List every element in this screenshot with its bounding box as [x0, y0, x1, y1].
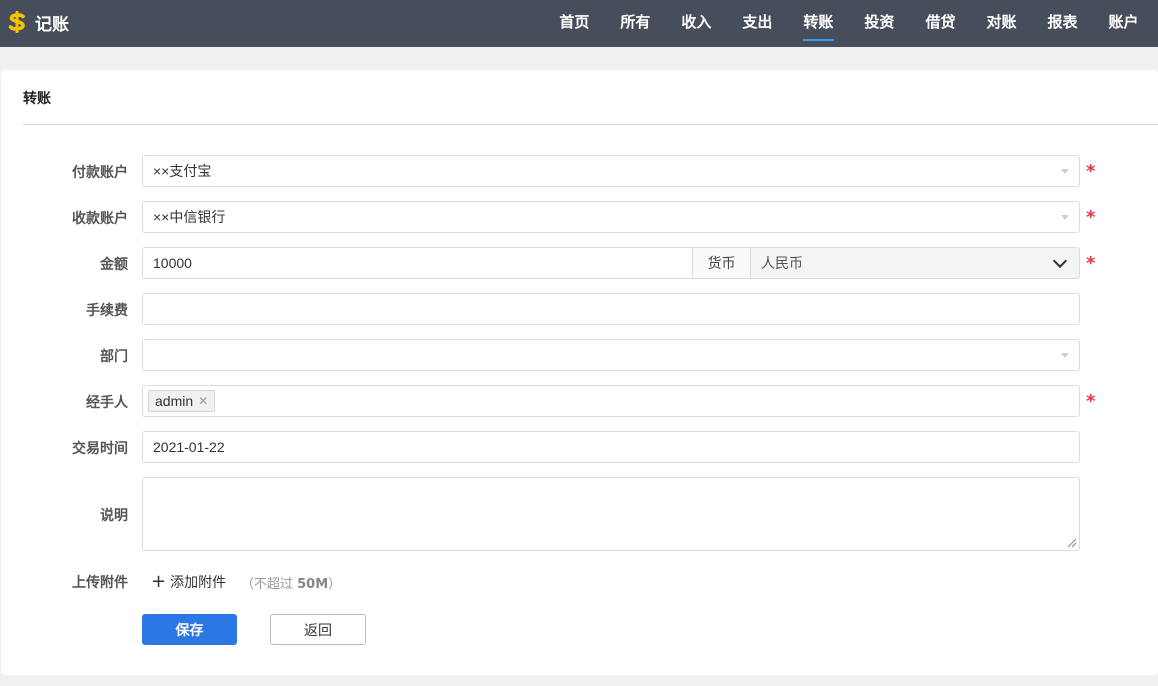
department-label: 部门 — [100, 349, 128, 365]
attachment-hint-suffix: ） — [328, 577, 342, 592]
add-attachment-button[interactable]: + 添加附件 — [151, 572, 226, 592]
payee-select[interactable]: ××中信银行 — [142, 201, 1080, 233]
amount-value: 10000 — [153, 255, 192, 271]
transfer-panel: 转账 付款账户 ××支付宝 * 收款账户 ××中信银行 * 金额 10000 货… — [1, 70, 1158, 675]
nav-item-transfer[interactable]: 转账 — [788, 0, 849, 44]
required-mark: * — [1086, 161, 1096, 182]
fee-label: 手续费 — [86, 303, 128, 319]
payee-label: 收款账户 — [72, 211, 128, 227]
nav-item-home[interactable]: 首页 — [544, 0, 605, 44]
add-attachment-label: 添加附件 — [170, 575, 227, 591]
panel-title: 转账 — [23, 91, 51, 107]
nav-item-income[interactable]: 收入 — [666, 0, 727, 44]
back-button[interactable]: 返回 — [270, 614, 366, 645]
required-mark: * — [1086, 391, 1096, 412]
chevron-down-icon — [1052, 253, 1068, 269]
nav-item-all[interactable]: 所有 — [605, 0, 666, 44]
handler-multiselect[interactable]: admin ✕ — [142, 385, 1080, 417]
date-label: 交易时间 — [72, 441, 128, 457]
dropdown-arrow-icon — [1061, 168, 1069, 174]
currency-value: 人民币 — [761, 256, 803, 272]
nav-item-loans[interactable]: 借贷 — [910, 0, 971, 44]
date-input[interactable]: 2021-01-22 — [142, 431, 1080, 463]
attachment-label: 上传附件 — [72, 575, 128, 591]
app-brand[interactable]: 记账 — [8, 0, 69, 44]
nav-item-expense[interactable]: 支出 — [727, 0, 788, 44]
payer-label: 付款账户 — [72, 165, 128, 181]
currency-addon-label: 货币 — [692, 247, 751, 279]
attachment-hint: （不超过 50M） — [241, 573, 341, 592]
currency-select[interactable]: 人民币 — [750, 247, 1080, 279]
resize-grip-icon[interactable] — [1067, 538, 1077, 548]
nav-item-reports[interactable]: 报表 — [1032, 0, 1093, 44]
top-navbar: 记账 首页 所有 收入 支出 转账 投资 借贷 对账 报表 账户 — [0, 0, 1158, 47]
required-mark: * — [1086, 253, 1096, 274]
required-mark: * — [1086, 207, 1096, 228]
note-textarea[interactable] — [142, 477, 1080, 551]
dropdown-arrow-icon — [1061, 352, 1069, 358]
nav-item-accounts[interactable]: 账户 — [1093, 0, 1154, 44]
plus-icon: + — [151, 571, 167, 592]
payer-select[interactable]: ××支付宝 — [142, 155, 1080, 187]
save-button[interactable]: 保存 — [142, 614, 237, 645]
main-nav: 首页 所有 收入 支出 转账 投资 借贷 对账 报表 账户 — [544, 0, 1154, 44]
divider — [23, 124, 1158, 125]
dropdown-arrow-icon — [1061, 214, 1069, 220]
nav-item-investment[interactable]: 投资 — [849, 0, 910, 44]
app-title: 记账 — [35, 14, 69, 35]
attachment-hint-size: 50M — [297, 577, 329, 592]
department-select[interactable] — [142, 339, 1080, 371]
nav-item-reconcile[interactable]: 对账 — [971, 0, 1032, 44]
handler-tag-label: admin — [155, 393, 194, 409]
fee-input[interactable] — [142, 293, 1080, 325]
handler-tag: admin ✕ — [148, 390, 216, 412]
payer-value: ××支付宝 — [153, 163, 212, 179]
amount-input[interactable]: 10000 — [142, 247, 693, 279]
amount-label: 金额 — [100, 257, 128, 273]
note-label: 说明 — [100, 508, 128, 524]
dollar-sign-icon — [8, 11, 25, 33]
handler-label: 经手人 — [86, 395, 128, 411]
payee-value: ××中信银行 — [153, 209, 226, 225]
attachment-hint-prefix: （不超过 — [241, 577, 298, 592]
date-value: 2021-01-22 — [153, 439, 225, 455]
close-icon[interactable]: ✕ — [198, 394, 208, 408]
